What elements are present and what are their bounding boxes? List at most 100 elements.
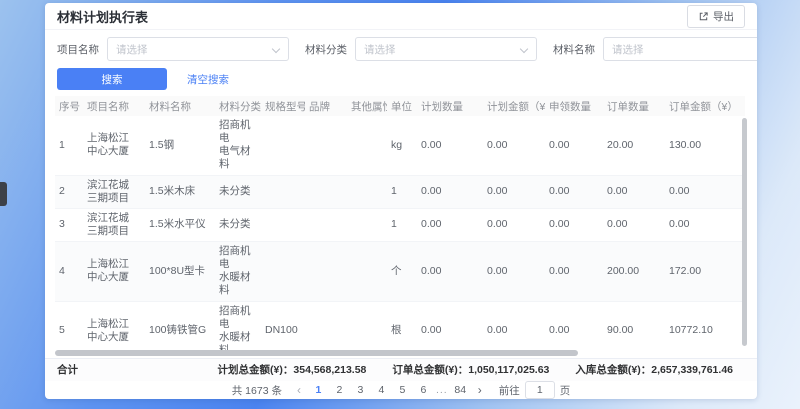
table-cell <box>305 242 347 302</box>
table-cell: 0.00 <box>483 116 545 175</box>
page-number-button[interactable]: 2 <box>331 382 348 399</box>
table-cell: 0.00 <box>545 116 603 175</box>
search-button[interactable]: 搜索 <box>57 68 167 90</box>
page-title: 材料计划执行表 <box>57 7 148 26</box>
filter-material-name: 材料名称 请选择 <box>553 37 757 61</box>
project-name-label: 项目名称 <box>57 42 99 57</box>
clear-search-link[interactable]: 清空搜索 <box>187 72 229 87</box>
summary-row: 合计 计划总金额(¥)：354,568,213.58 订单总金额(¥)：1,050… <box>45 358 757 381</box>
table-cell: 0.00 <box>603 208 665 241</box>
summary-total-value: 1,050,117,025.63 <box>468 364 549 376</box>
table-cell: 0.00 <box>665 175 745 208</box>
table-cell <box>305 175 347 208</box>
summary-total-value: 354,568,213.58 <box>293 364 366 376</box>
summary-total-label: 计划总金额(¥)： <box>218 362 294 377</box>
goto-page-input[interactable] <box>525 381 555 399</box>
page-number-button[interactable]: 3 <box>352 382 369 399</box>
table-cell: 200.00 <box>603 242 665 302</box>
table-cell: 172.00 <box>665 242 745 302</box>
summary-label: 合计 <box>57 362 78 377</box>
chevron-down-icon <box>272 45 280 53</box>
page-number-button[interactable]: 5 <box>394 382 411 399</box>
summary-total: 订单总金额(¥)：1,050,117,025.63 <box>392 362 549 377</box>
table-cell: 2 <box>55 175 83 208</box>
column-header: 项目名称 <box>83 96 145 116</box>
table-cell: 90.00 <box>603 301 665 358</box>
filter-project: 项目名称 请选择 <box>57 37 289 61</box>
project-name-select[interactable]: 请选择 <box>107 37 289 61</box>
summary-total-label: 入库总金额(¥)： <box>575 362 651 377</box>
table-cell: 1 <box>387 208 417 241</box>
pagination: 共 1673 条 ‹ 123456... 84 › 前往 页 <box>45 381 757 399</box>
table-cell: 上海松江中心大厦 <box>83 116 145 175</box>
total-count: 共 1673 条 <box>232 383 282 398</box>
table-cell: 0.00 <box>417 116 483 175</box>
page-number-button[interactable]: 6 <box>415 382 432 399</box>
table-cell <box>261 208 305 241</box>
page-number-button[interactable]: 1 <box>310 382 327 399</box>
material-category-select[interactable]: 请选择 <box>355 37 537 61</box>
table-cell <box>347 242 387 302</box>
table-head: 序号项目名称材料名称材料分类规格型号品牌其他属性单位计划数量计划金额（¥）申领数… <box>55 96 745 116</box>
export-label: 导出 <box>713 9 734 24</box>
summary-total: 计划总金额(¥)：354,568,213.58 <box>218 362 367 377</box>
page-number-button[interactable]: 4 <box>373 382 390 399</box>
table-cell: 未分类 <box>215 175 261 208</box>
summary-totals: 计划总金额(¥)：354,568,213.58 订单总金额(¥)：1,050,11… <box>218 362 733 377</box>
goto-label: 前往 <box>499 383 520 398</box>
material-name-label: 材料名称 <box>553 42 595 57</box>
table-cell: 0.00 <box>417 242 483 302</box>
table-cell: 100*8U型卡 <box>145 242 215 302</box>
table-cell <box>261 116 305 175</box>
table-row: 4上海松江中心大厦100*8U型卡招商机电 水暖材料个0.000.000.002… <box>55 242 745 302</box>
goto-page: 前往 页 <box>499 381 571 399</box>
table-cell: 滨江花城三期项目 <box>83 175 145 208</box>
next-page-button[interactable]: › <box>475 383 485 397</box>
table-cell: 0.00 <box>483 175 545 208</box>
table-cell: 0.00 <box>545 242 603 302</box>
export-button[interactable]: 导出 <box>687 5 745 28</box>
table-cell: 上海松江中心大厦 <box>83 242 145 302</box>
table-cell: 1.5钢 <box>145 116 215 175</box>
table-cell: 0.00 <box>483 208 545 241</box>
table-cell: 0.00 <box>483 242 545 302</box>
table-cell <box>305 116 347 175</box>
table-cell: 1.5米水平仪 <box>145 208 215 241</box>
table-body: 1上海松江中心大厦1.5钢招商机电 电气材料kg0.000.000.0020.0… <box>55 116 745 358</box>
table-cell: 1.5米木床 <box>145 175 215 208</box>
table-cell: 20.00 <box>603 116 665 175</box>
summary-total-label: 订单总金额(¥)： <box>392 362 468 377</box>
table-cell: 滨江花城三期项目 <box>83 208 145 241</box>
column-header: 材料名称 <box>145 96 215 116</box>
goto-suffix: 页 <box>560 383 571 398</box>
horizontal-scrollbar[interactable] <box>55 350 578 356</box>
material-category-placeholder: 请选择 <box>364 42 396 57</box>
table-row: 2滨江花城三期项目1.5米木床未分类10.000.000.000.000.00 <box>55 175 745 208</box>
table-cell <box>261 242 305 302</box>
table-cell <box>347 175 387 208</box>
column-header: 其他属性 <box>347 96 387 116</box>
page-ellipsis: ... <box>436 384 448 396</box>
table-cell: 0.00 <box>603 175 665 208</box>
vertical-scrollbar[interactable] <box>742 118 747 346</box>
page-number-button[interactable]: 84 <box>452 382 469 399</box>
prev-page-button[interactable]: ‹ <box>294 383 304 397</box>
column-header: 规格型号 <box>261 96 305 116</box>
column-header: 序号 <box>55 96 83 116</box>
sidebar-collapse-handle[interactable] <box>0 182 7 206</box>
chevron-down-icon <box>520 45 528 53</box>
table-cell <box>305 208 347 241</box>
table-cell: 0.00 <box>417 208 483 241</box>
column-header: 申领数量 <box>545 96 603 116</box>
table-cell: 0.00 <box>545 175 603 208</box>
table-cell <box>261 175 305 208</box>
table-cell <box>347 116 387 175</box>
table-cell: 0.00 <box>545 208 603 241</box>
action-row: 搜索 清空搜索 <box>45 61 757 96</box>
column-header: 计划金额（¥） <box>483 96 545 116</box>
material-name-select[interactable]: 请选择 <box>603 37 757 61</box>
table-cell <box>347 208 387 241</box>
summary-total-value: 2,657,339,761.46 <box>651 364 733 376</box>
data-table: 序号项目名称材料名称材料分类规格型号品牌其他属性单位计划数量计划金额（¥）申领数… <box>55 96 745 358</box>
column-header: 品牌 <box>305 96 347 116</box>
